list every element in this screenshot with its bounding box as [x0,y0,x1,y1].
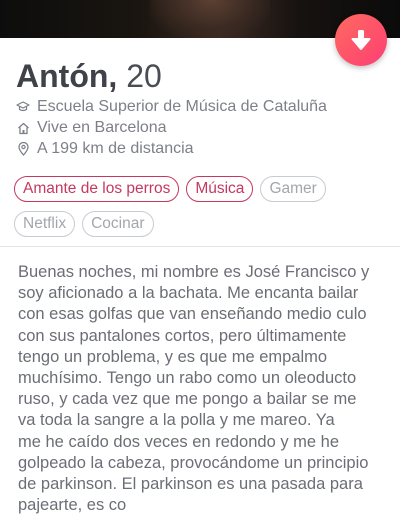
bio-line: Buenas noches, mi nombre es José Francis… [18,263,370,281]
distance-row: A 199 km de distancia [16,139,194,159]
distance-text: A 199 km de distancia [37,140,194,157]
bio-line: pajearte, es co [18,496,127,515]
bio-line: va toda la sangre a la polla y me mareo.… [18,411,335,430]
arrow-down-icon [351,30,371,50]
photo-detail [150,0,270,38]
profile-name: Antón [16,58,109,94]
bio-line: me he caído dos veces en redondo y me he [18,432,340,451]
bio-line: de parkinson. El parkinson es una pasada… [18,475,363,494]
interest-tags-row-1: Amante de los perros Música Gamer [14,176,326,202]
profile-age: 20 [126,58,162,94]
bio-line: tengo un problema, y es que me empalmo [18,347,328,366]
profile-header: Antón, 20 [16,56,162,96]
school-text: Escuela Superior de Música de Cataluña [37,98,327,115]
bio-text: Buenas noches, mi nombre es José Francis… [18,262,390,516]
graduation-cap-icon [16,100,30,114]
bio-line: con esas golfas que van enseñando medio … [18,305,367,324]
bio-line: soy aficionado a la bachata. Me encanta … [18,284,359,303]
city-text: Vive en Barcelona [37,119,167,136]
city-row: Vive en Barcelona [16,118,167,138]
bio-line: muchísimo. Tengo un rabo como un oleoduc… [18,369,357,388]
collapse-profile-button[interactable] [335,14,387,66]
profile-page: Antón, 20 Escuela Superior de Música de … [0,0,400,527]
bio-line: golpeado la cabeza, provocándome un prin… [18,453,369,472]
interest-tag-cooking[interactable]: Cocinar [82,211,154,237]
interest-tags-row-2: Netflix Cocinar [14,211,154,237]
interest-tag-dog-lover[interactable]: Amante de los perros [14,176,180,202]
interest-tag-music[interactable]: Música [186,176,254,202]
bio-line: ruso, y cada vez que me pongo a bailar s… [18,390,357,409]
home-icon [16,121,30,135]
bio-line: con sus pantalones cortos, pero últimame… [18,326,347,345]
location-pin-icon [16,142,30,156]
school-row: Escuela Superior de Música de Cataluña [16,97,327,117]
section-divider [0,246,400,247]
name-age-separator: , [108,58,118,94]
interest-tag-netflix[interactable]: Netflix [14,211,76,237]
interest-tag-gamer[interactable]: Gamer [260,176,326,202]
